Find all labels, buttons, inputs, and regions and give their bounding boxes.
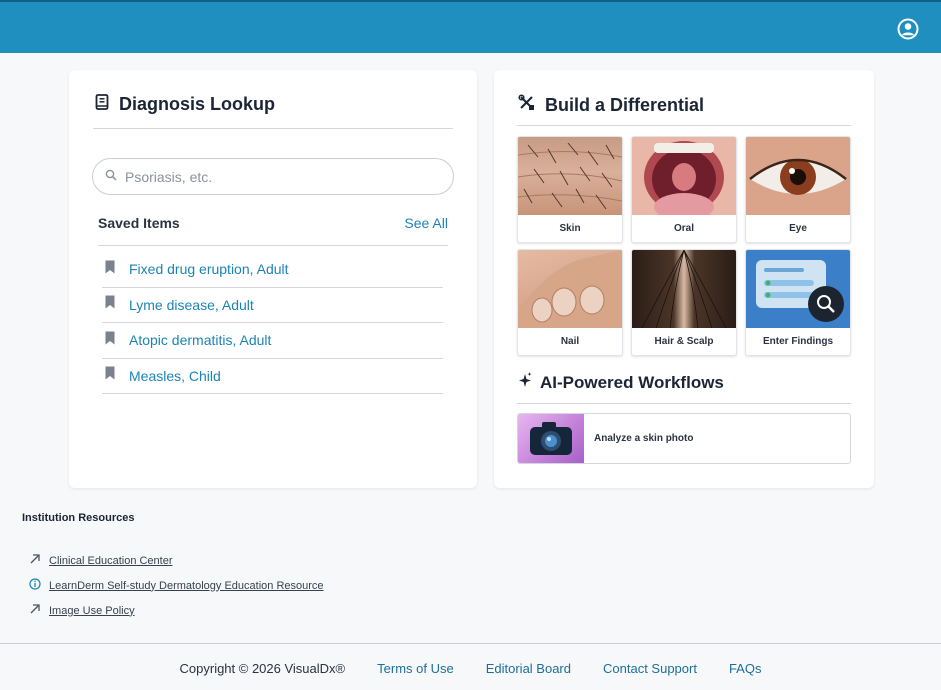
saved-items-list: Fixed drug eruption, Adult Lyme disease,… — [102, 252, 443, 394]
nail-image — [518, 250, 622, 328]
tile-label: Enter Findings — [763, 336, 833, 347]
workflow-label: Analyze a skin photo — [594, 433, 694, 444]
tile-oral[interactable]: Oral — [631, 136, 737, 243]
external-arrow-icon — [29, 552, 41, 570]
saved-item-label: Lyme disease, Adult — [129, 296, 254, 313]
institution-resources-title: Institution Resources — [22, 512, 135, 524]
footer-link-contact-support[interactable]: Contact Support — [603, 661, 697, 676]
ai-divider — [517, 403, 851, 404]
oral-image — [632, 137, 736, 215]
info-icon — [29, 577, 41, 595]
tile-label: Nail — [560, 336, 580, 347]
diagnosis-search-box[interactable] — [92, 158, 454, 195]
tile-enter-findings[interactable]: Enter Findings — [745, 249, 851, 356]
saved-item[interactable]: Lyme disease, Adult — [102, 288, 443, 323]
footer-link-terms[interactable]: Terms of Use — [377, 661, 454, 676]
page-footer: Copyright © 2026 VisualDx® Terms of Use … — [0, 643, 941, 690]
diagnosis-lookup-title: Diagnosis Lookup — [119, 94, 276, 114]
eye-image — [746, 137, 850, 215]
resource-link[interactable]: LearnDerm Self-study Dermatology Educati… — [49, 580, 324, 592]
bookmark-icon — [104, 260, 116, 279]
tools-icon — [518, 94, 535, 116]
book-icon — [95, 94, 109, 115]
saved-items-title: Saved Items — [98, 215, 180, 231]
footer-link-editorial-board[interactable]: Editorial Board — [486, 661, 571, 676]
resource-item[interactable]: Clinical Education Center — [29, 548, 389, 573]
skin-image — [518, 137, 622, 215]
copyright-text: Copyright © 2026 VisualDx® — [179, 660, 346, 676]
resource-link[interactable]: Clinical Education Center — [49, 555, 173, 567]
diagnosis-search-input[interactable] — [125, 168, 425, 185]
resource-item[interactable]: Image Use Policy — [29, 598, 389, 623]
tile-label: Eye — [789, 223, 807, 234]
body-region-tiles: Skin Oral Eye Nail Hair & Scalp Enter Fi… — [517, 136, 851, 356]
tile-label: Oral — [673, 223, 694, 234]
resource-item[interactable]: LearnDerm Self-study Dermatology Educati… — [29, 573, 389, 598]
build-differential-card: Build a Differential Skin Oral Eye Nail … — [494, 70, 874, 488]
analyze-skin-photo-button[interactable]: Analyze a skin photo — [517, 413, 851, 464]
title-divider — [93, 128, 453, 129]
hair-scalp-image — [632, 250, 736, 328]
ai-workflows-title: AI-Powered Workflows — [540, 372, 724, 392]
bookmark-icon — [104, 295, 116, 314]
external-arrow-icon — [29, 602, 41, 620]
tile-label: Skin — [559, 223, 581, 234]
footer-link-faqs[interactable]: FAQs — [729, 661, 762, 676]
bookmark-icon — [104, 366, 116, 385]
search-icon — [105, 168, 117, 186]
saved-item-label: Atopic dermatitis, Adult — [129, 332, 272, 349]
diagnosis-lookup-card: Diagnosis Lookup Saved Items See All Fix… — [69, 70, 477, 488]
build-differential-title: Build a Differential — [545, 94, 705, 115]
ai-workflows-heading: AI-Powered Workflows — [518, 372, 724, 393]
saved-item[interactable]: Atopic dermatitis, Adult — [102, 323, 443, 359]
tile-hair-scalp[interactable]: Hair & Scalp — [631, 249, 737, 356]
title-divider — [517, 125, 851, 126]
saved-item-label: Measles, Child — [129, 367, 221, 384]
user-circle-icon[interactable] — [897, 18, 919, 40]
saved-item[interactable]: Fixed drug eruption, Adult — [102, 252, 443, 288]
top-header-bar — [0, 0, 941, 53]
tile-skin[interactable]: Skin — [517, 136, 623, 243]
sparkle-icon — [518, 372, 532, 393]
build-differential-heading: Build a Differential — [518, 94, 704, 116]
resources-list: Clinical Education Center LearnDerm Self… — [29, 548, 389, 623]
diagnosis-lookup-heading: Diagnosis Lookup — [95, 94, 275, 115]
bookmark-icon — [104, 331, 116, 350]
tile-eye[interactable]: Eye — [745, 136, 851, 243]
enter-findings-image — [746, 250, 850, 328]
saved-item[interactable]: Measles, Child — [102, 359, 443, 394]
camera-icon — [518, 414, 584, 463]
tile-label: Hair & Scalp — [654, 336, 714, 347]
saved-item-label: Fixed drug eruption, Adult — [129, 261, 289, 278]
saved-items-divider — [98, 245, 448, 246]
resource-link[interactable]: Image Use Policy — [49, 605, 135, 617]
institution-resources: Institution Resources Clinical Education… — [22, 512, 324, 617]
saved-items-header: Saved Items See All — [98, 215, 448, 231]
tile-nail[interactable]: Nail — [517, 249, 623, 356]
see-all-link[interactable]: See All — [404, 215, 448, 231]
